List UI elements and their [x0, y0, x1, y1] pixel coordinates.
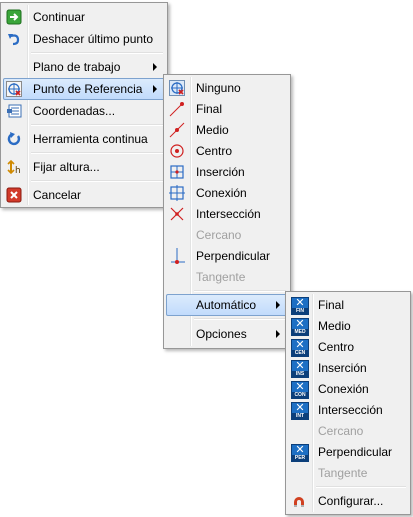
- configure-magnet-icon: [291, 493, 307, 509]
- menu-item-auto-perpendicular[interactable]: ✕ PER Perpendicular: [288, 441, 408, 463]
- menu-item-final[interactable]: Final: [166, 98, 288, 120]
- menu-item-auto-tangente: Tangente: [288, 462, 408, 484]
- menu-item-cercano: Cercano: [166, 224, 288, 246]
- menu-item-label: Intersección: [318, 403, 383, 417]
- menu-item-label: Medio: [196, 123, 229, 137]
- menu-item-punto-de-referencia[interactable]: Punto de Referencia: [3, 78, 165, 100]
- intersection-snap-icon: [169, 206, 185, 222]
- menu-item-label: Tangente: [318, 466, 368, 480]
- menu-item-interseccion[interactable]: Intersección: [166, 203, 288, 225]
- menu-item-opciones[interactable]: Opciones: [166, 323, 288, 345]
- menu-item-label: Final: [318, 298, 345, 312]
- submenu-arrow-icon: [276, 330, 280, 338]
- menu-item-label: Perpendicular: [196, 249, 271, 263]
- menu-item-label: Coordenadas...: [33, 104, 116, 118]
- endpoint-snap-icon: [169, 101, 185, 117]
- midpoint-snap-icon: [169, 122, 185, 138]
- menu-item-label: Deshacer último punto: [33, 32, 154, 46]
- auto-connection-icon: ✕ CON: [291, 380, 309, 399]
- menu-item-automatico[interactable]: Automático: [166, 294, 288, 316]
- svg-text:h: h: [15, 166, 21, 175]
- menu-item-fijar-altura[interactable]: h Fijar altura...: [3, 156, 165, 178]
- context-menu-automatico: ✕ FIN Final ✕ MED Medio ✕ CEN Centro ✕ INS I…: [285, 291, 411, 515]
- undo-icon: [6, 31, 22, 47]
- menu-item-label: Cancelar: [33, 188, 82, 202]
- perpendicular-snap-icon: [169, 248, 185, 264]
- insertion-snap-icon: [169, 164, 185, 180]
- set-height-icon: h: [6, 159, 22, 176]
- continue-icon: [6, 9, 22, 25]
- menu-item-label: Fijar altura...: [33, 160, 100, 174]
- menu-item-label: Continuar: [33, 10, 86, 24]
- menu-item-auto-medio[interactable]: ✕ MED Medio: [288, 315, 408, 337]
- auto-endpoint-icon: ✕ FIN: [291, 296, 309, 315]
- menu-item-label: Cercano: [196, 228, 242, 242]
- menu-item-auto-insercion[interactable]: ✕ INS Inserción: [288, 357, 408, 379]
- menu-item-centro[interactable]: Centro: [166, 140, 288, 162]
- menu-item-label: Medio: [318, 319, 351, 333]
- menu-item-label: Punto de Referencia: [33, 82, 143, 96]
- menu-separator: [194, 318, 286, 320]
- menu-item-label: Automático: [196, 298, 257, 312]
- auto-intersection-icon: ✕ INT: [291, 401, 309, 420]
- context-menu-main: Continuar Deshacer último punto Plano de…: [0, 2, 168, 208]
- menu-item-cancelar[interactable]: Cancelar: [3, 184, 165, 206]
- menu-separator: [31, 152, 163, 154]
- menu-item-label: Tangente: [196, 270, 246, 284]
- auto-insertion-icon: ✕ INS: [291, 359, 309, 378]
- menu-item-auto-conexion[interactable]: ✕ CON Conexión: [288, 378, 408, 400]
- menu-separator: [31, 180, 163, 182]
- menu-item-label: Configurar...: [318, 494, 384, 508]
- cancel-icon: [6, 187, 22, 203]
- menu-separator: [31, 52, 163, 54]
- center-snap-icon: [169, 143, 185, 159]
- coordinates-icon: [6, 103, 22, 119]
- menu-item-continuar[interactable]: Continuar: [3, 6, 165, 28]
- menu-item-perpendicular[interactable]: Perpendicular: [166, 245, 288, 267]
- submenu-arrow-icon: [153, 85, 157, 93]
- reference-point-icon: [6, 81, 22, 97]
- submenu-arrow-icon: [153, 63, 157, 71]
- menu-item-label: Herramienta continua: [33, 132, 148, 146]
- continuous-tool-icon: [6, 131, 22, 147]
- context-menu-reference-point: Ninguno Final Medio Centro Inserción Con…: [163, 74, 291, 349]
- menu-item-auto-final[interactable]: ✕ FIN Final: [288, 294, 408, 316]
- auto-midpoint-icon: ✕ MED: [291, 317, 309, 336]
- menu-item-auto-interseccion[interactable]: ✕ INT Intersección: [288, 399, 408, 421]
- connection-snap-icon: [169, 185, 185, 201]
- menu-item-tangente: Tangente: [166, 266, 288, 288]
- menu-item-label: Conexión: [318, 382, 369, 396]
- menu-item-label: Inserción: [318, 361, 367, 375]
- menu-item-coordenadas[interactable]: Coordenadas...: [3, 100, 165, 122]
- menu-item-deshacer[interactable]: Deshacer último punto: [3, 28, 165, 50]
- menu-item-label: Perpendicular: [318, 445, 393, 459]
- menu-item-medio[interactable]: Medio: [166, 119, 288, 141]
- none-snap-icon: [169, 80, 185, 96]
- menu-separator: [31, 124, 163, 126]
- menu-item-label: Intersección: [196, 207, 261, 221]
- menu-item-label: Plano de trabajo: [33, 60, 121, 74]
- menu-item-label: Final: [196, 102, 223, 116]
- menu-item-label: Centro: [196, 144, 233, 158]
- menu-item-ninguno[interactable]: Ninguno: [166, 77, 288, 99]
- menu-item-configurar[interactable]: Configurar...: [288, 490, 408, 512]
- menu-item-auto-centro[interactable]: ✕ CEN Centro: [288, 336, 408, 358]
- menu-item-label: Conexión: [196, 186, 247, 200]
- auto-center-icon: ✕ CEN: [291, 338, 309, 357]
- menu-separator: [316, 486, 406, 488]
- menu-item-label: Opciones: [196, 327, 247, 341]
- menu-separator: [194, 290, 286, 292]
- menu-item-auto-cercano: Cercano: [288, 420, 408, 442]
- menu-item-label: Ninguno: [196, 81, 241, 95]
- menu-item-label: Centro: [318, 340, 355, 354]
- menu-item-label: Cercano: [318, 424, 364, 438]
- auto-perpendicular-icon: ✕ PER: [291, 443, 309, 462]
- menu-item-label: Inserción: [196, 165, 245, 179]
- menu-item-insercion[interactable]: Inserción: [166, 161, 288, 183]
- menu-item-herramienta-continua[interactable]: Herramienta continua: [3, 128, 165, 150]
- menu-item-conexion[interactable]: Conexión: [166, 182, 288, 204]
- submenu-arrow-icon: [276, 301, 280, 309]
- menu-item-plano-de-trabajo[interactable]: Plano de trabajo: [3, 56, 165, 78]
